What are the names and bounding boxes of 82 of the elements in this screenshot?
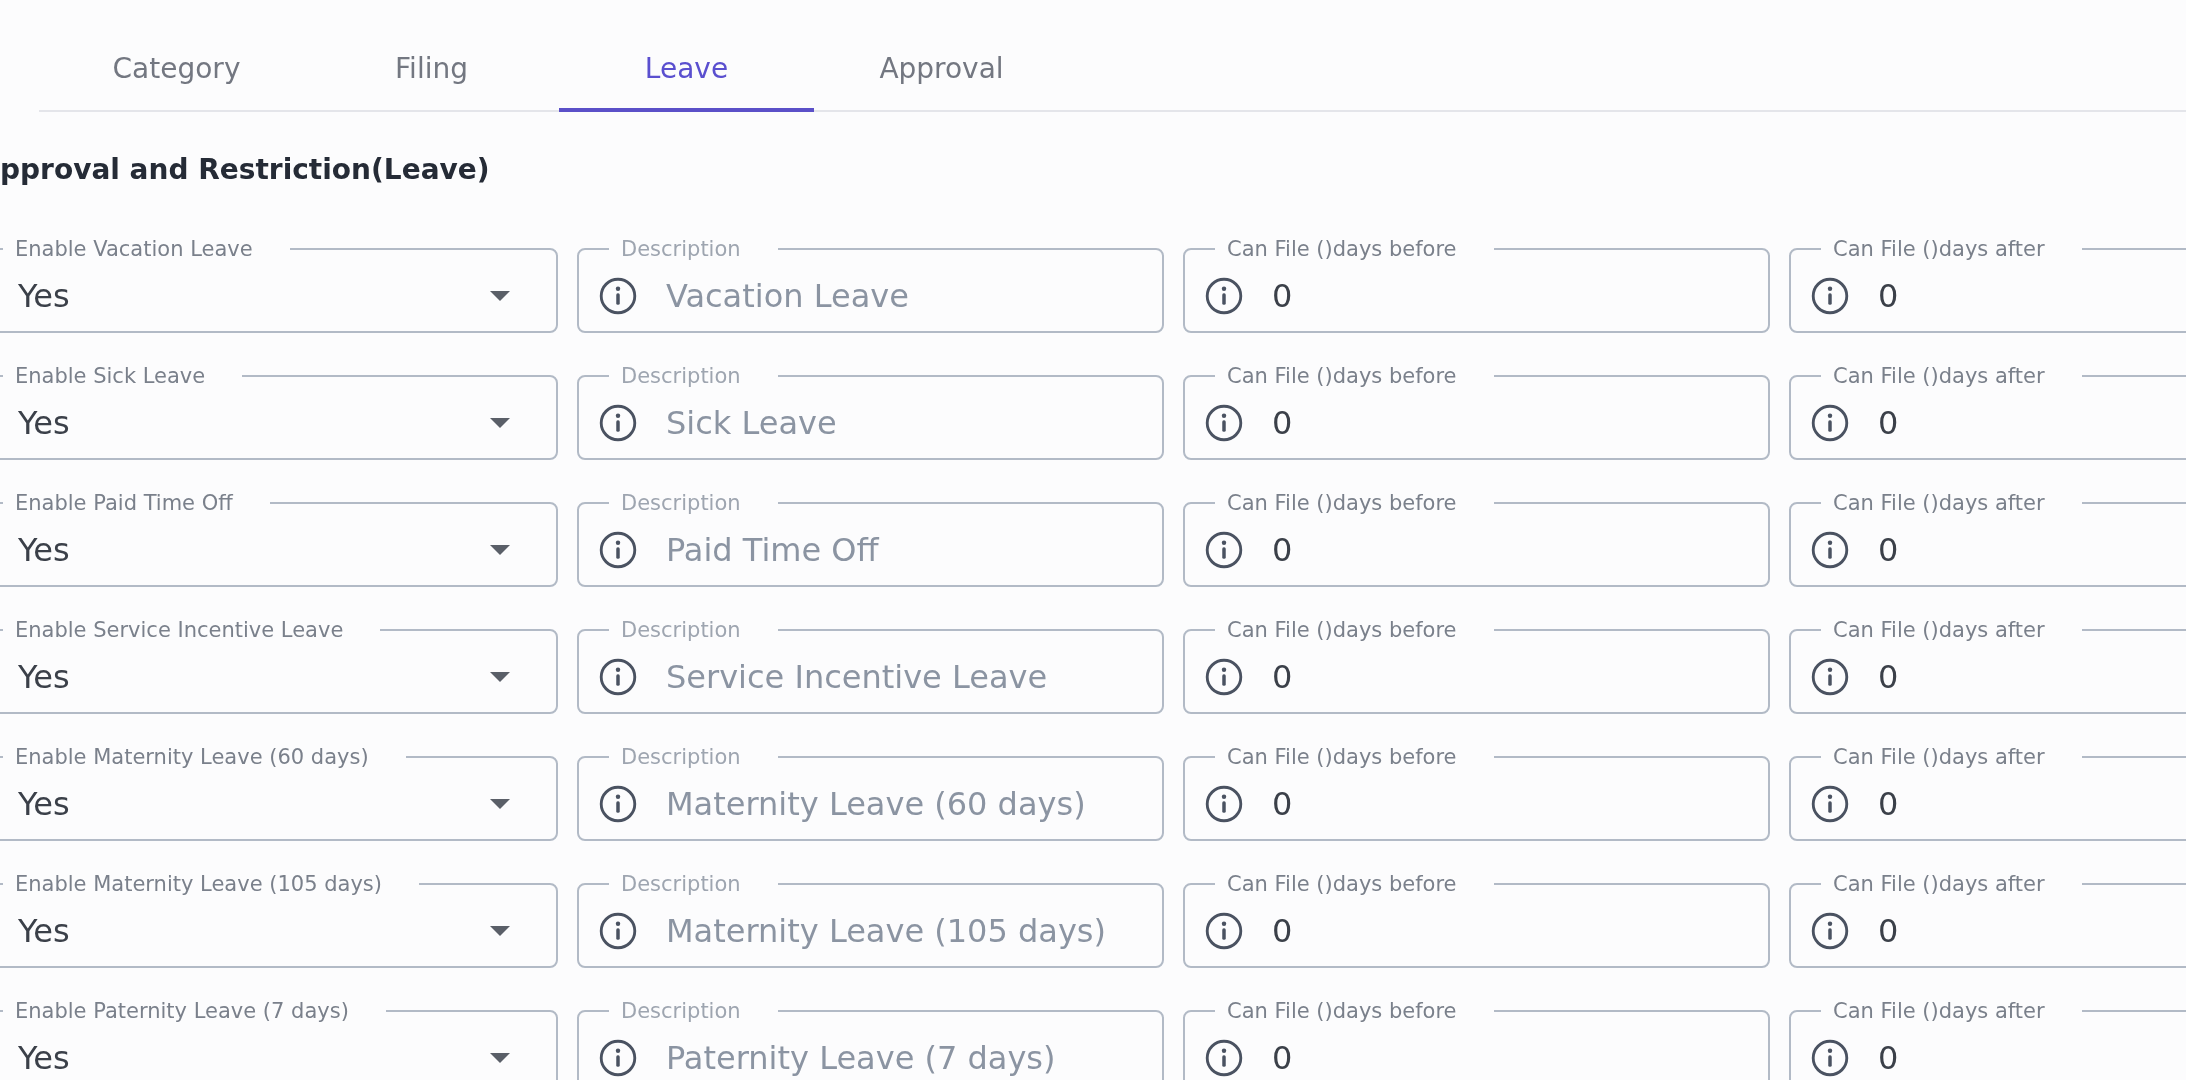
section-heading: pproval and Restriction(Leave) [0, 152, 490, 188]
info-icon [1811, 531, 1849, 569]
info-icon [1811, 658, 1849, 696]
info-icon [1811, 1039, 1849, 1077]
caret-icon [490, 799, 510, 809]
field-label: Can File ()days after [1833, 364, 2045, 388]
field-label: Can File ()days before [1227, 745, 1457, 769]
info-icon [1811, 785, 1849, 823]
field-label: Description [621, 491, 741, 515]
text-field[interactable]: Can File ()days before 0 [1183, 364, 1770, 460]
field-label: Enable Paternity Leave (7 days) [15, 999, 349, 1023]
caret-icon [490, 1053, 510, 1063]
field-label: Enable Maternity Leave (60 days) [15, 745, 369, 769]
caret-icon [490, 545, 510, 555]
text-field[interactable]: Can File ()days after 0 [1789, 872, 2186, 968]
field-label: Enable Maternity Leave (105 days) [15, 872, 382, 896]
tab[interactable]: Filing [304, 28, 559, 112]
field-label: Can File ()days after [1833, 872, 2045, 896]
info-icon [599, 1039, 637, 1077]
info-icon [1205, 785, 1243, 823]
field-label: Description [621, 872, 741, 896]
field-label: Description [621, 618, 741, 642]
tab[interactable]: Approval [814, 28, 1069, 112]
info-icon [599, 658, 637, 696]
select-field[interactable]: Enable Paternity Leave (7 days) Yes [0, 999, 558, 1080]
select-field[interactable]: Enable Service Incentive Leave Yes [0, 618, 558, 714]
field-label: Can File ()days before [1227, 872, 1457, 896]
field-label: Enable Service Incentive Leave [15, 618, 344, 642]
field-label: Description [621, 745, 741, 769]
text-field[interactable]: Can File ()days before 0 [1183, 745, 1770, 841]
text-field[interactable]: Can File ()days before 0 [1183, 872, 1770, 968]
field-label: Can File ()days after [1833, 745, 2045, 769]
field-label: Description [621, 364, 741, 388]
info-icon [599, 277, 637, 315]
select-field[interactable]: Enable Maternity Leave (105 days) Yes [0, 872, 558, 968]
info-icon [1811, 404, 1849, 442]
field-label: Description [621, 237, 741, 261]
field-label: Can File ()days before [1227, 364, 1457, 388]
info-icon [1205, 531, 1243, 569]
text-field[interactable]: Can File ()days after 0 [1789, 237, 2186, 333]
field-label: Description [621, 999, 741, 1023]
field-label: Can File ()days after [1833, 491, 2045, 515]
field-label: Can File ()days before [1227, 237, 1457, 261]
caret-icon [490, 291, 510, 301]
info-icon [1205, 658, 1243, 696]
info-icon [1811, 277, 1849, 315]
text-field[interactable]: Can File ()days after 0 [1789, 491, 2186, 587]
info-icon [1811, 912, 1849, 950]
field-label: Can File ()days before [1227, 491, 1457, 515]
tab[interactable]: Category [49, 28, 304, 112]
field-label: Can File ()days before [1227, 618, 1457, 642]
select-field[interactable]: Enable Paid Time Off Yes [0, 491, 558, 587]
field-label: Can File ()days after [1833, 618, 2045, 642]
text-field[interactable]: Can File ()days after 0 [1789, 364, 2186, 460]
text-field[interactable]: Can File ()days before 0 [1183, 999, 1770, 1080]
field-label: Enable Sick Leave [15, 364, 206, 388]
field-label: Can File ()days after [1833, 237, 2045, 261]
field-label: Enable Vacation Leave [15, 237, 253, 261]
select-field[interactable]: Enable Sick Leave Yes [0, 364, 558, 460]
field-label: Can File ()days before [1227, 999, 1457, 1023]
text-field[interactable]: Can File ()days before 0 [1183, 237, 1770, 333]
info-icon [599, 404, 637, 442]
text-field[interactable]: Can File ()days after 0 [1789, 999, 2186, 1080]
text-field[interactable]: Can File ()days before 0 [1183, 618, 1770, 714]
info-icon [1205, 404, 1243, 442]
info-icon [599, 531, 637, 569]
field-label: Enable Paid Time Off [15, 491, 233, 515]
text-field[interactable]: Can File ()days after 0 [1789, 745, 2186, 841]
select-field[interactable]: Enable Maternity Leave (60 days) Yes [0, 745, 558, 841]
info-icon [599, 785, 637, 823]
field-label: Can File ()days after [1833, 999, 2045, 1023]
caret-icon [490, 926, 510, 936]
info-icon [599, 912, 637, 950]
info-icon [1205, 1039, 1243, 1077]
tab[interactable]: Leave [559, 28, 814, 112]
info-icon [1205, 912, 1243, 950]
text-field[interactable]: Can File ()days after 0 [1789, 618, 2186, 714]
info-icon [1205, 277, 1243, 315]
caret-icon [490, 418, 510, 428]
select-field[interactable]: Enable Vacation Leave Yes [0, 237, 558, 333]
text-field[interactable]: Can File ()days before 0 [1183, 491, 1770, 587]
caret-icon [490, 672, 510, 682]
